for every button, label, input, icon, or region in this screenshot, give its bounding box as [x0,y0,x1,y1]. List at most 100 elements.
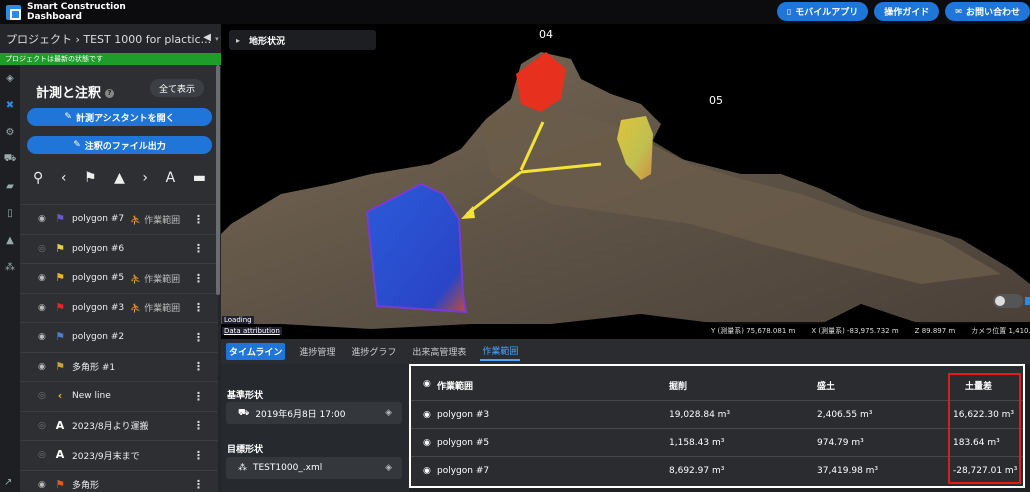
measure-tools-icon[interactable]: ✖ [0,92,20,119]
export-annotations-button[interactable]: ✎ 注釈のファイル出力 [27,136,212,154]
text-annotation-icon: A [55,448,65,462]
help-icon[interactable]: ? [105,89,115,98]
item-tag: ⛹ 作業範囲 [130,304,181,315]
more-menu-icon[interactable]: ⋮ [193,301,204,314]
eye-off-icon[interactable]: ◎ [38,244,46,254]
folder-icon[interactable]: ▰ [0,173,20,200]
list-item[interactable]: ◉ ⚑ 多角形 #1 ⋮ [20,351,218,382]
list-item[interactable]: ◉ ⚑ polygon #3 ⛹ 作業範囲 ⋮ [20,292,218,323]
data-attribution-link[interactable]: Data attribution [222,327,282,335]
polygon-tool-icon[interactable]: ⚑ [84,170,97,186]
eye-off-icon[interactable]: ◎ [38,450,46,460]
polygon-flag-icon: ⚑ [55,212,65,226]
row-name: polygon #3 [437,410,490,420]
eye-off-icon[interactable]: ◎ [38,391,46,401]
base-surface-select[interactable]: ⛟ 2019年6月8日 17:00 ◈ [226,402,402,424]
list-item[interactable]: ◎ ‹ New line ⋮ [20,381,218,411]
list-item[interactable]: ◉ ⚑ polygon #2 ⋮ [20,322,218,352]
list-item[interactable]: ◉ ⚑ 多角形 ⋮ [20,469,218,492]
layers-icon[interactable]: ◈ [0,65,20,92]
table-row[interactable]: ◉ polygon #5 1,158.43 m³ 974.79 m³ 183.6… [411,428,1023,455]
device-icon[interactable]: ▯ [0,200,20,227]
marker-05[interactable]: 05 [709,94,723,107]
collapse-sidebar-icon[interactable]: ◀ [203,32,211,43]
more-menu-icon[interactable]: ⋮ [193,360,204,373]
terrain-status-panel[interactable]: 地形状況 [229,30,376,50]
item-tag: ⛹ 作業範囲 [130,215,181,226]
settings-icon[interactable]: ⚙ [0,119,20,146]
external-link-icon[interactable]: ↗ [4,477,12,488]
table-row[interactable]: ◉ polygon #3 19,028.84 m³ 2,406.55 m³ 16… [411,400,1023,427]
mobile-app-button[interactable]: ▯ モバイルアプリ [776,2,869,21]
eye-icon[interactable]: ◉ [423,466,431,476]
logo-line2: Dashboard [27,12,82,22]
list-item[interactable]: ◎ A 2023/8月より運搬 ⋮ [20,410,218,441]
more-menu-icon[interactable]: ⋮ [193,449,204,462]
more-menu-icon[interactable]: ⋮ [193,390,204,403]
eye-icon[interactable]: ◉ [38,332,46,342]
show-all-button[interactable]: 全て表示 [150,79,204,97]
more-menu-icon[interactable]: ⋮ [193,478,204,491]
volume-tool-icon[interactable]: ▲ [114,170,125,186]
terrain-icon[interactable]: ▲ [0,227,20,254]
panel-scrollbar[interactable] [216,65,220,295]
eye-icon[interactable]: ◉ [38,362,46,372]
tab-progress[interactable]: 進捗管理 [297,343,337,360]
eye-icon[interactable]: ◉ [38,214,46,224]
more-menu-icon[interactable]: ⋮ [193,242,204,255]
guide-label: 操作ガイド [884,8,930,18]
more-menu-icon[interactable]: ⋮ [193,331,204,344]
toggle-label-edge [1025,297,1030,305]
pin-tool-icon[interactable]: ⚲ [33,170,43,186]
row-cut: 1,158.43 m³ [669,438,725,448]
row-fill: 974.79 m³ [817,438,864,448]
eye-icon[interactable]: ◉ [423,379,431,389]
panel-title-text: 計測と注釈 [36,86,102,101]
table-header: ◉ 作業範囲 掘削 盛土 土量差 [411,370,1023,398]
eye-icon[interactable]: ◉ [423,438,431,448]
panel-title: 計測と注釈? [36,82,115,101]
more-menu-icon[interactable]: ⋮ [193,272,204,285]
more-menu-icon[interactable]: ⋮ [193,419,204,432]
folder-tool-icon[interactable]: ▬ [193,170,206,186]
view-toggle[interactable] [993,294,1023,308]
more-menu-icon[interactable]: ⋮ [193,213,204,226]
base-surface-value: 2019年6月8日 17:00 [255,409,346,420]
logo-icon [6,4,21,20]
target-surface-select[interactable]: ⁂ TEST1000_.xml ◈ [226,457,402,479]
list-item[interactable]: ◎ ⚑ polygon #6 ⋮ [20,233,218,264]
row-fill: 2,406.55 m³ [817,410,873,420]
item-name: New line [72,391,111,402]
chevron-down-icon[interactable]: ▾ [215,35,219,43]
loading-indicator: Loading [222,316,254,324]
machine-icon[interactable]: ⛟ [0,146,20,173]
list-item[interactable]: ◎ A 2023/9月末まで ⋮ [20,440,218,470]
eye-icon[interactable]: ◉ [38,480,46,490]
layers-icon: ◈ [385,408,392,418]
eye-off-icon[interactable]: ◎ [38,421,46,431]
list-item[interactable]: ◉ ⚑ polygon #7 ⛹ 作業範囲 ⋮ [20,204,218,234]
eye-icon[interactable]: ◉ [38,273,46,283]
terrain-viewport[interactable]: 地形状況 04 05 Loading Data attribution Y (測… [221,24,1030,339]
project-breadcrumb[interactable]: プロジェクト › TEST 1000 for plactic... ▾ ◀ [0,28,221,50]
row-cut: 8,692.97 m³ [669,466,725,476]
text-tool-icon[interactable]: A [166,170,176,186]
tab-volume-table[interactable]: 出来高管理表 [410,343,468,360]
table-row[interactable]: ◉ polygon #7 8,692.97 m³ 37,419.98 m³ -2… [411,456,1023,483]
line-tool-icon[interactable]: › [142,170,148,186]
list-item[interactable]: ◉ ⚑ polygon #5 ⛹ 作業範囲 ⋮ [20,263,218,293]
group-icon[interactable]: ⁂ [0,254,20,281]
eye-icon[interactable]: ◉ [423,410,431,420]
machine-icon: ⛟ [238,407,250,418]
app-logo[interactable]: Smart Construction Dashboard [6,2,126,22]
angle-tool-icon[interactable]: ‹ [61,170,67,186]
marker-04[interactable]: 04 [539,28,553,41]
eye-icon[interactable]: ◉ [38,303,46,313]
target-surface-value: TEST1000_.xml [253,463,323,473]
tab-progress-graph[interactable]: 進捗グラフ [349,343,398,360]
tab-timeline[interactable]: タイムライン [226,343,286,360]
guide-button[interactable]: 操作ガイド [874,2,940,21]
contact-button[interactable]: ✉ お問い合わせ [945,2,1030,21]
open-assistant-button[interactable]: ✎ 計測アシスタントを開く [27,108,212,126]
tab-work-area[interactable]: 作業範囲 [480,342,521,361]
